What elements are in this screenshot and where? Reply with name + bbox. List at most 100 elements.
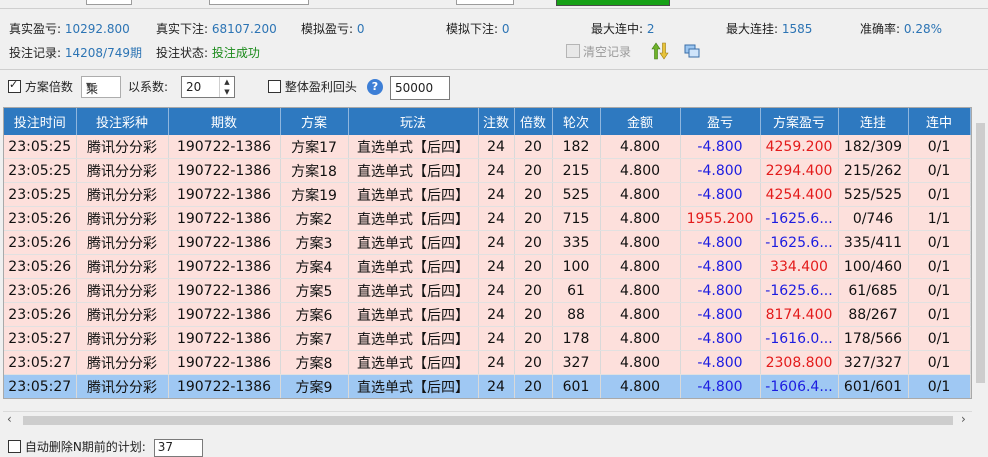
table-cell: 2294.400 — [760, 158, 839, 183]
table-cell: 8174.400 — [760, 302, 839, 327]
table-cell: 直选单式【后四】 — [348, 278, 479, 303]
clear-records-button[interactable]: 清空记录 — [566, 43, 631, 60]
table-cell: 23:05:26 — [4, 254, 77, 279]
table-cell: 方案2 — [280, 206, 349, 231]
table-cell: 1955.200 — [680, 206, 761, 231]
table-cell: -4.800 — [680, 254, 761, 279]
checkbox-icon[interactable] — [8, 440, 21, 453]
column-header[interactable]: 投注彩种 — [76, 108, 169, 135]
table-cell: 178/566 — [838, 326, 909, 351]
column-header[interactable]: 盈亏 — [680, 108, 761, 135]
top-input-1[interactable] — [86, 0, 132, 5]
spin-down-icon[interactable]: ▼ — [220, 87, 234, 97]
vertical-scrollbar[interactable] — [973, 107, 988, 411]
table-row[interactable]: 23:05:25 腾讯分分彩 190722-1386 方案18 直选单式【后四】 24 20… — [4, 158, 971, 183]
checkbox-icon[interactable] — [268, 80, 281, 93]
table-cell: 23:05:27 — [4, 350, 77, 375]
table-cell: -4.800 — [680, 374, 761, 398]
column-header[interactable]: 连挂 — [838, 108, 909, 135]
table-cell: 20 — [514, 230, 553, 255]
checkbox-checked-icon[interactable] — [8, 78, 21, 93]
scroll-thumb[interactable] — [23, 416, 953, 425]
table-cell: 4259.200 — [760, 135, 839, 159]
table-cell: 24 — [478, 182, 515, 207]
table-cell: 直选单式【后四】 — [348, 230, 479, 255]
scroll-thumb[interactable] — [976, 123, 985, 383]
sort-arrows-icon[interactable] — [651, 42, 669, 60]
column-header[interactable]: 玩法 — [348, 108, 479, 135]
multiplier-checkbox[interactable]: 方案倍数 — [8, 78, 73, 98]
table-cell: 直选单式【后四】 — [348, 135, 479, 159]
rollback-amount-input[interactable]: 50000 — [390, 76, 450, 100]
table-cell: 61/685 — [838, 278, 909, 303]
column-header[interactable]: 方案盈亏 — [760, 108, 839, 135]
column-header[interactable]: 期数 — [168, 108, 281, 135]
help-icon[interactable]: ? — [367, 79, 383, 95]
spin-up-icon[interactable]: ▲ — [220, 77, 234, 87]
column-header[interactable]: 连中 — [908, 108, 971, 135]
table-row[interactable]: 23:05:27 腾讯分分彩 190722-1386 方案9 直选单式【后四】 24 20 6… — [4, 374, 971, 398]
table-row[interactable]: 23:05:25 腾讯分分彩 190722-1386 方案19 直选单式【后四】 24 20… — [4, 182, 971, 207]
table-cell: 腾讯分分彩 — [76, 158, 169, 183]
table-row[interactable]: 23:05:26 腾讯分分彩 190722-1386 方案3 直选单式【后四】 24 20 3… — [4, 230, 971, 255]
table-cell: 方案9 — [280, 374, 349, 398]
table-cell: 方案8 — [280, 350, 349, 375]
table-cell: 190722-1386 — [168, 350, 281, 375]
column-header[interactable]: 金额 — [600, 108, 681, 135]
table-row[interactable]: 23:05:27 腾讯分分彩 190722-1386 方案8 直选单式【后四】 24 20 3… — [4, 350, 971, 375]
table-row[interactable]: 23:05:26 腾讯分分彩 190722-1386 方案4 直选单式【后四】 24 20 1… — [4, 254, 971, 279]
table-cell: 1/1 — [908, 206, 971, 231]
scroll-right-icon[interactable]: › — [961, 412, 966, 426]
table-row[interactable]: 23:05:26 腾讯分分彩 190722-1386 方案2 直选单式【后四】 24 20 7… — [4, 206, 971, 231]
table-row[interactable]: 23:05:25 腾讯分分彩 190722-1386 方案17 直选单式【后四】 24 20… — [4, 135, 971, 159]
scroll-left-icon[interactable]: ‹ — [7, 412, 12, 426]
table-row[interactable]: 23:05:27 腾讯分分彩 190722-1386 方案7 直选单式【后四】 24 20 1… — [4, 326, 971, 351]
table-cell: 215/262 — [838, 158, 909, 183]
coefficient-stepper[interactable]: 20 ▲ ▼ — [181, 76, 235, 98]
table-row[interactable]: 23:05:26 腾讯分分彩 190722-1386 方案6 直选单式【后四】 24 20 8… — [4, 302, 971, 327]
stat-accuracy: 准确率: 0.28% — [860, 22, 942, 36]
table-cell: 23:05:27 — [4, 374, 77, 398]
column-header[interactable]: 注数 — [478, 108, 515, 135]
column-header[interactable]: 方案 — [280, 108, 349, 135]
table-cell: 20 — [514, 302, 553, 327]
table-cell: 23:05:25 — [4, 158, 77, 183]
table-cell: -4.800 — [680, 158, 761, 183]
table-cell: 直选单式【后四】 — [348, 302, 479, 327]
table-cell: 334.400 — [760, 254, 839, 279]
table-row[interactable]: 23:05:26 腾讯分分彩 190722-1386 方案5 直选单式【后四】 24 20 6… — [4, 278, 971, 303]
divider — [0, 8, 988, 9]
rollback-checkbox[interactable]: 整体盈利回头 — [268, 78, 357, 98]
table-cell: 24 — [478, 158, 515, 183]
horizontal-scrollbar[interactable]: ‹ › — [3, 411, 972, 429]
table-cell: 0/1 — [908, 182, 971, 207]
top-input-3[interactable] — [456, 0, 514, 5]
table-cell: 190722-1386 — [168, 302, 281, 327]
column-header[interactable]: 投注时间 — [4, 108, 77, 135]
bet-records-table: 投注时间 投注彩种 期数 方案 玩法 注数 倍数 轮次 金额 盈亏 方案盈亏 连挂 连中 23:05:2… — [3, 107, 972, 399]
table-cell: 4.800 — [600, 158, 681, 183]
table-cell: 20 — [514, 206, 553, 231]
table-cell: 方案4 — [280, 254, 349, 279]
start-button[interactable] — [556, 0, 670, 6]
table-cell: 4.800 — [600, 206, 681, 231]
table-cell: 直选单式【后四】 — [348, 158, 479, 183]
table-cell: 0/1 — [908, 302, 971, 327]
windows-icon[interactable] — [684, 44, 700, 58]
top-input-2[interactable] — [209, 0, 309, 5]
column-header[interactable]: 倍数 — [514, 108, 553, 135]
table-cell: 直选单式【后四】 — [348, 326, 479, 351]
auto-delete-input[interactable]: 37 — [153, 439, 203, 457]
table-cell: 0/1 — [908, 158, 971, 183]
table-cell: 100/460 — [838, 254, 909, 279]
table-cell: 4.800 — [600, 135, 681, 159]
table-cell: 215 — [552, 158, 601, 183]
column-header[interactable]: 轮次 — [552, 108, 601, 135]
table-cell: 24 — [478, 374, 515, 398]
table-cell: 335/411 — [838, 230, 909, 255]
table-cell: -1625.6... — [760, 230, 839, 255]
table-cell: 直选单式【后四】 — [348, 350, 479, 375]
operator-select[interactable]: 乘 ▾ — [81, 76, 121, 98]
table-cell: 190722-1386 — [168, 182, 281, 207]
table-cell: 24 — [478, 326, 515, 351]
